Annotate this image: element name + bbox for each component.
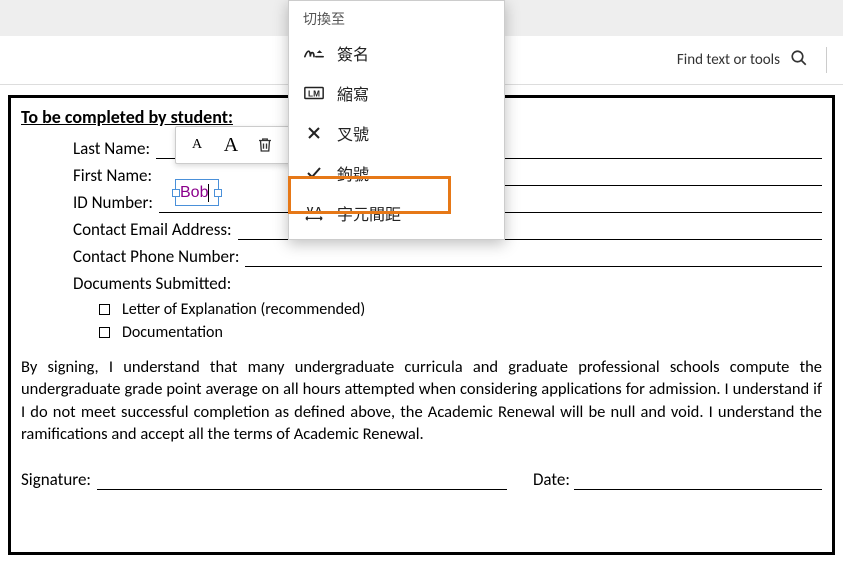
svg-text:A: A <box>315 206 322 217</box>
agreement-text: By signing, I understand that many under… <box>21 356 822 445</box>
find-tools-label[interactable]: Find text or tools <box>677 51 780 69</box>
toolbar-divider <box>826 47 827 73</box>
big-a-icon: A <box>224 134 238 157</box>
first-name-label: First Name: <box>73 165 152 186</box>
menu-item-cross-label: 叉號 <box>337 121 369 145</box>
date-field[interactable] <box>574 472 822 490</box>
checkbox-documentation[interactable] <box>99 327 110 338</box>
phone-row: Contact Phone Number: <box>73 246 822 267</box>
signature-icon <box>303 43 325 63</box>
checkbox-letter[interactable] <box>99 304 110 315</box>
menu-item-signature-label: 簽名 <box>337 41 369 65</box>
initials-icon: LM <box>303 83 325 103</box>
increase-font-button[interactable]: A <box>216 130 246 160</box>
menu-item-spacing[interactable]: V A 字元間距 <box>289 193 504 233</box>
context-menu-header: 切換至 <box>289 1 504 33</box>
menu-item-signature[interactable]: 簽名 <box>289 33 504 73</box>
menu-item-initials[interactable]: LM 縮寫 <box>289 73 504 113</box>
trash-icon <box>256 136 274 154</box>
delete-button[interactable] <box>250 130 280 160</box>
spacing-icon: V A <box>303 203 325 223</box>
menu-item-cross[interactable]: 叉號 <box>289 113 504 153</box>
menu-item-spacing-label: 字元間距 <box>337 201 401 225</box>
signature-field[interactable] <box>97 472 507 490</box>
doc-checkbox-row-2: Documentation <box>99 323 822 342</box>
small-a-icon: A <box>192 137 202 153</box>
menu-item-check[interactable]: 鉤號 <box>289 153 504 193</box>
phone-label: Contact Phone Number: <box>73 246 239 267</box>
docs-submitted-label: Documents Submitted: <box>73 273 822 294</box>
last-name-label: Last Name: <box>73 138 150 159</box>
id-label: ID Number: <box>73 192 153 213</box>
context-menu: 切換至 簽名 LM 縮寫 叉號 <box>288 0 505 240</box>
doc1-label: Letter of Explanation (recommended) <box>122 300 365 319</box>
cross-icon <box>303 123 325 143</box>
text-annotation-value: Bob <box>180 184 208 202</box>
decrease-font-button[interactable]: A <box>182 130 212 160</box>
text-cursor <box>208 184 209 202</box>
date-label: Date: <box>533 469 570 490</box>
email-label: Contact Email Address: <box>73 219 232 240</box>
phone-field[interactable] <box>245 249 822 267</box>
search-icon[interactable] <box>790 49 808 72</box>
menu-item-check-label: 鉤號 <box>337 161 369 185</box>
check-icon <box>303 163 325 183</box>
menu-item-initials-label: 縮寫 <box>337 81 369 105</box>
signature-label: Signature: <box>21 469 91 490</box>
doc2-label: Documentation <box>122 323 223 342</box>
doc-checkbox-row-1: Letter of Explanation (recommended) <box>99 300 822 319</box>
text-annotation-input[interactable]: Bob <box>175 179 219 206</box>
signature-row: Signature: Date: <box>21 469 822 490</box>
svg-text:LM: LM <box>308 90 320 99</box>
svg-text:V: V <box>307 206 314 217</box>
